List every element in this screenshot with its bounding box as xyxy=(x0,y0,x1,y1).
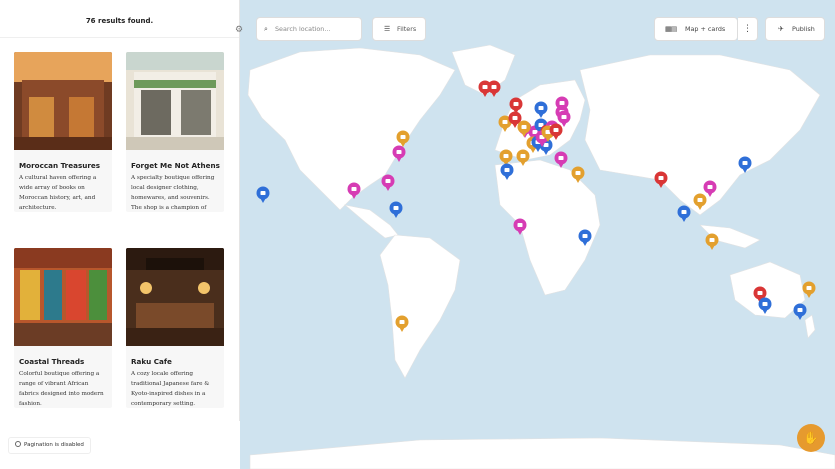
filters-label: Filters xyxy=(397,25,417,33)
kebab-icon[interactable]: ⋮ xyxy=(738,17,758,41)
card-moroccan-treasures[interactable]: Moroccan Treasures A cultural haven offe… xyxy=(14,52,112,212)
filter-icon: ☰ xyxy=(384,25,391,33)
gear-icon xyxy=(15,441,21,447)
card-description: A cultural haven offering a wide array o… xyxy=(19,175,97,211)
pagination-text: Pagination is disabled xyxy=(24,442,84,448)
rocket-icon: ✈ xyxy=(778,25,784,33)
card-image xyxy=(126,52,224,150)
card-description: A specialty boutique offering local desi… xyxy=(131,175,215,211)
view-mode-button[interactable]: ▦▤ Map + cards xyxy=(654,17,738,41)
card-title: Moroccan Treasures xyxy=(19,161,101,170)
map-cards-icon: ▦▤ xyxy=(665,25,677,33)
gear-icon[interactable]: ⚙ xyxy=(235,25,245,35)
card-image xyxy=(14,52,112,150)
card-title: Coastal Threads xyxy=(19,357,85,366)
card-title: Raku Cafe xyxy=(131,357,172,366)
card-description: A cozy locale offering traditional Japan… xyxy=(131,371,210,407)
card-forget-me-not-athens[interactable]: Forget Me Not Athens A specialty boutiqu… xyxy=(126,52,224,212)
card-raku-cafe[interactable]: Raku Cafe A cozy locale offering traditi… xyxy=(126,248,224,408)
publish-button[interactable]: ✈ Publish xyxy=(765,17,825,41)
pagination-bar: Pagination is disabled xyxy=(0,421,240,469)
search-icon: ⌕ xyxy=(264,25,268,33)
card-description: Colorful boutique offering a range of vi… xyxy=(19,371,104,407)
search-placeholder: Search location... xyxy=(275,25,331,33)
card-coastal-threads[interactable]: Coastal Threads Colorful boutique offeri… xyxy=(14,248,112,408)
card-image xyxy=(126,248,224,346)
card-title: Forget Me Not Athens xyxy=(131,161,220,170)
pagination-note: Pagination is disabled xyxy=(8,437,91,454)
hand-wave-icon: ✋ xyxy=(803,431,819,445)
results-count: 76 results found. xyxy=(0,0,239,38)
card-image xyxy=(14,248,112,346)
view-mode-label: Map + cards xyxy=(685,25,726,33)
filters-button[interactable]: ☰ Filters xyxy=(372,17,426,41)
results-sidebar: 76 results found. Moroccan Treasures A c… xyxy=(0,0,240,469)
publish-label: Publish xyxy=(792,25,815,33)
help-button[interactable]: ✋ xyxy=(797,424,825,452)
search-input[interactable]: ⌕ Search location... xyxy=(256,17,362,41)
